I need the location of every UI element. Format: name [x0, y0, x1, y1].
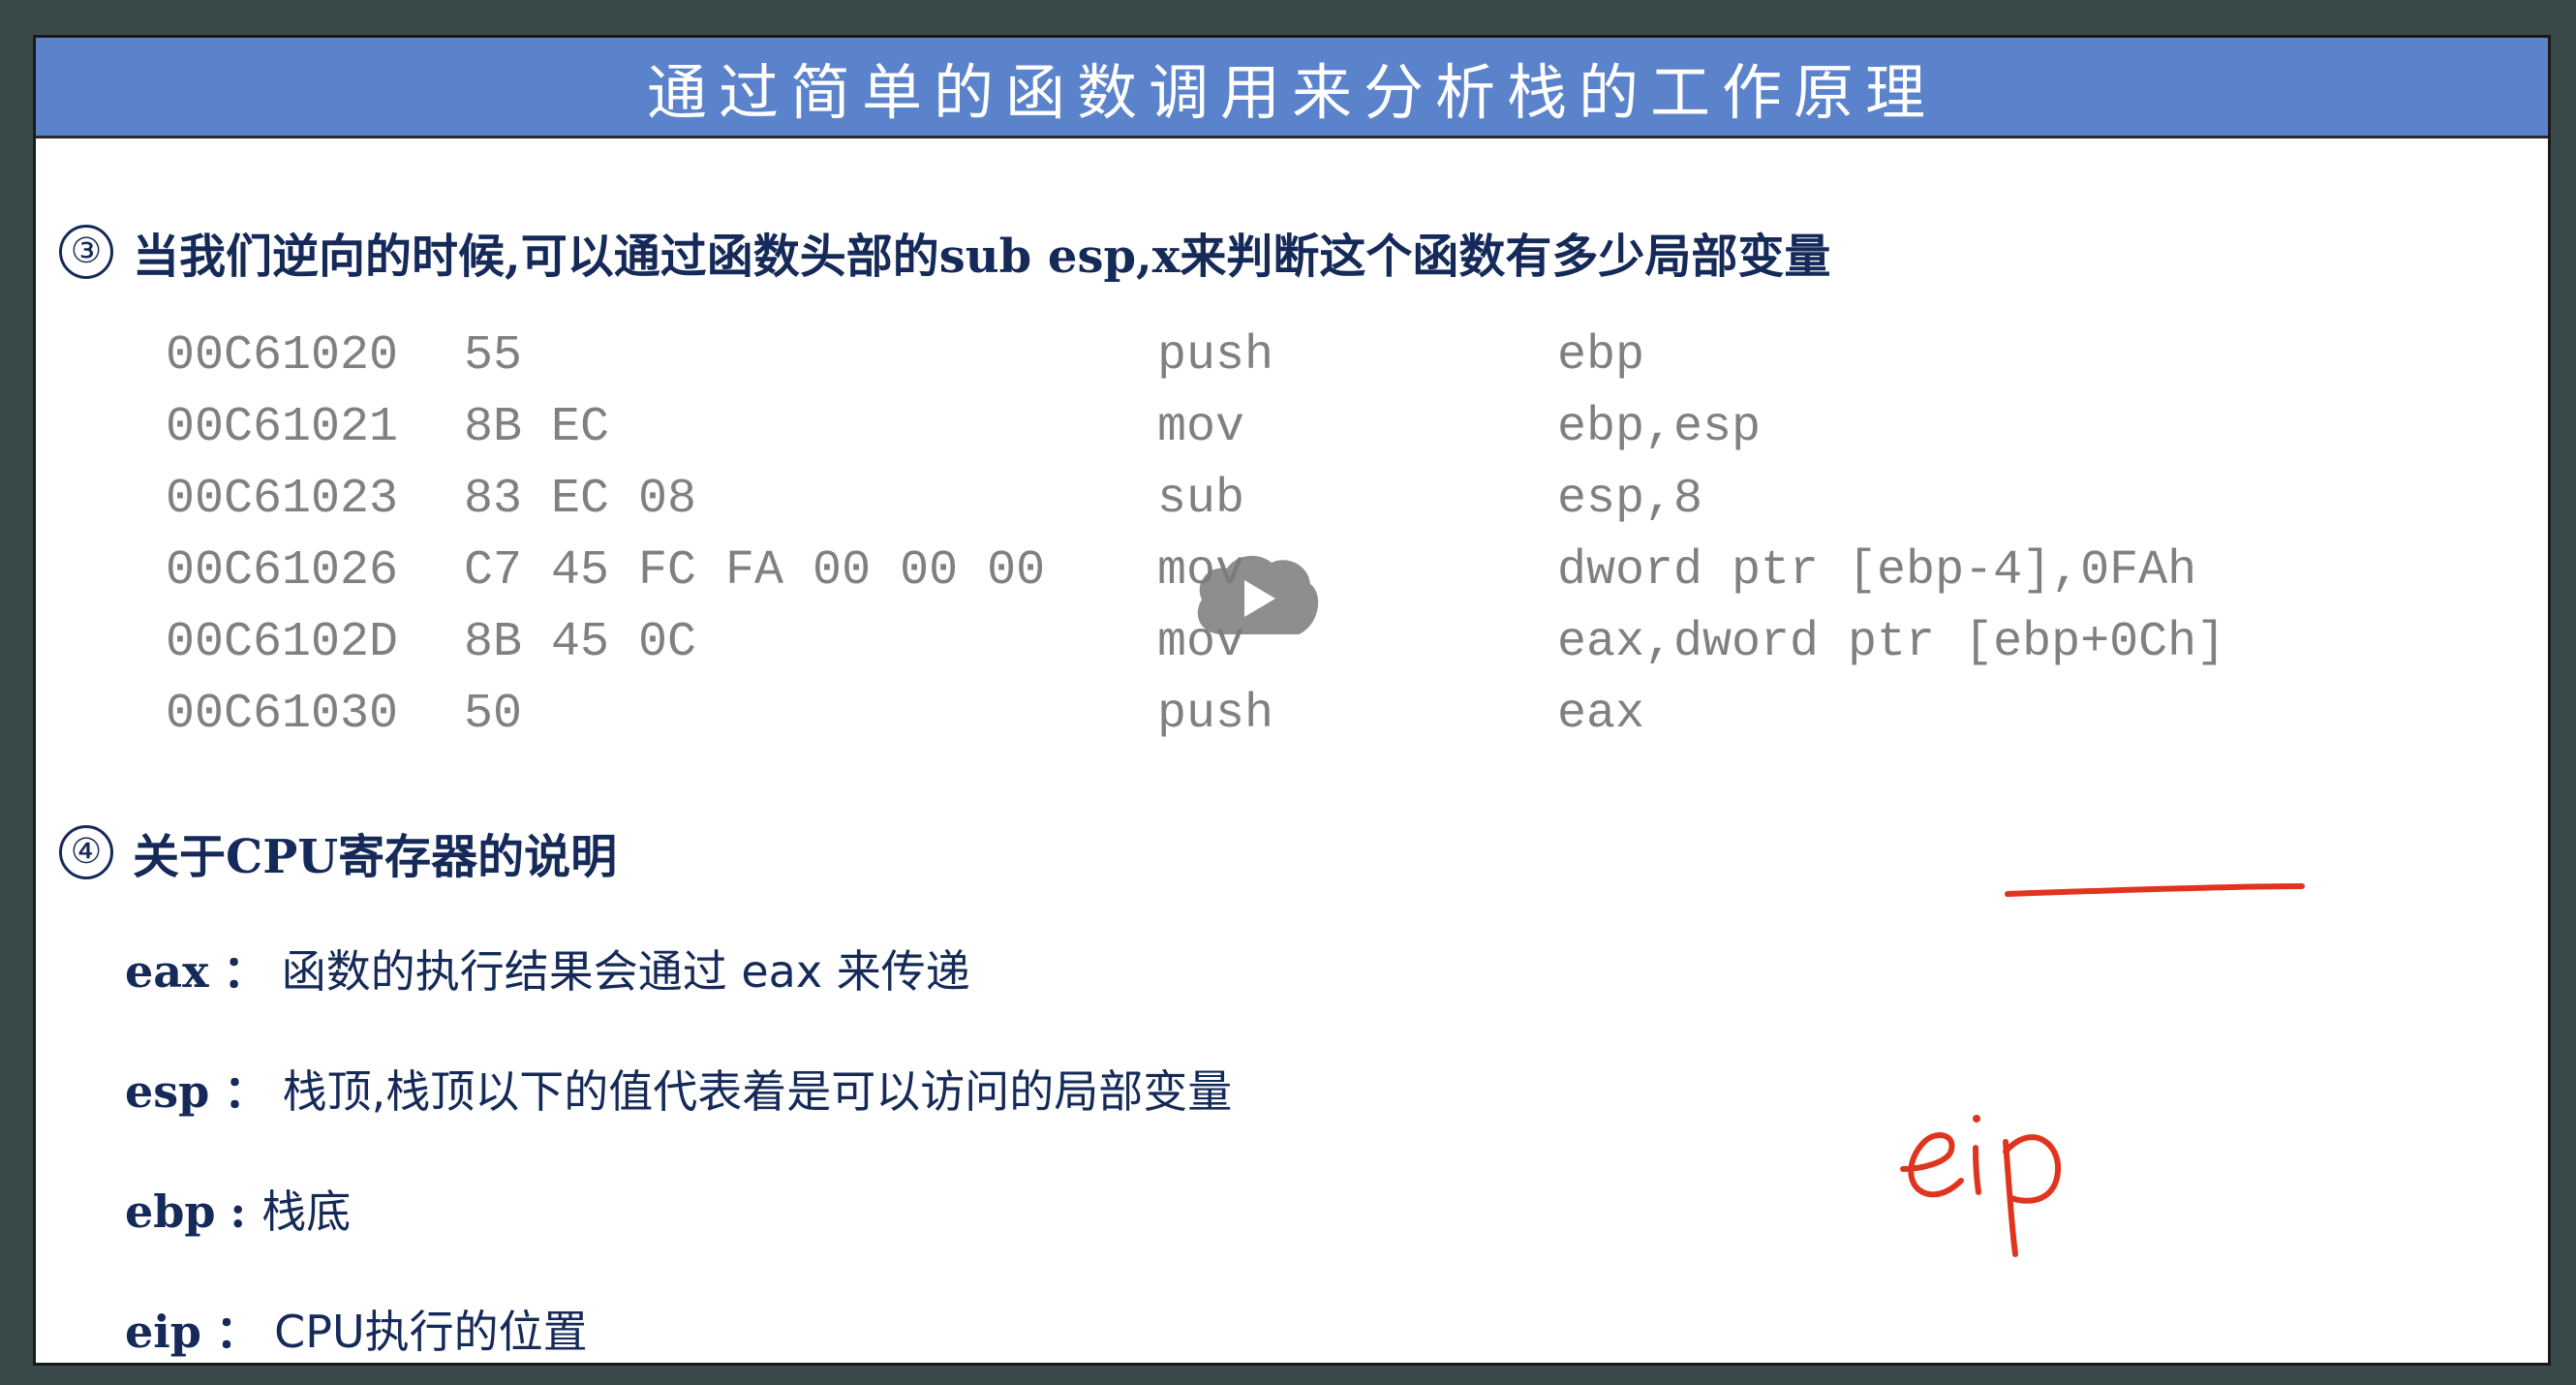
code-address: 00C61030	[166, 687, 399, 742]
code-bytes: 50	[464, 687, 523, 742]
register-eax-line: eax ： 函数的执行结果会通过 eax 来传递	[125, 937, 970, 1000]
annotation-underline-stroke	[2005, 883, 2305, 897]
register-separator: ：	[223, 945, 268, 998]
code-opcode: mov	[1157, 400, 1245, 455]
code-row: 00C61021 8B EC mov ebp,esp	[166, 400, 1761, 472]
code-bytes: C7 45 FC FA 00 00 00	[464, 543, 1046, 599]
annotation-e-stroke	[1900, 1132, 1964, 1198]
title-bar: 通过简单的函数调用来分析栈的工作原理	[36, 38, 2548, 138]
code-operands: ebp	[1557, 328, 1645, 384]
code-row: 00C6102D 8B 45 0C mov eax,dword ptr [ebp…	[166, 615, 2225, 687]
code-bytes: 55	[464, 328, 523, 384]
code-operands: esp,8	[1557, 472, 1703, 527]
code-address: 00C61023	[166, 472, 399, 527]
annotation-i-dot	[1973, 1115, 1980, 1123]
annotation-handwritten-text: eip	[2060, 1257, 2062, 1259]
code-opcode: sub	[1157, 472, 1245, 527]
code-address: 00C61020	[166, 328, 399, 384]
section-3-heading: ③ 当我们逆向的时候,可以通过函数头部的sub esp,x来判断这个函数有多少局…	[59, 218, 1830, 286]
code-row: 00C61023 83 EC 08 sub esp,8	[166, 472, 1702, 543]
section-4-heading: ④ 关于CPU寄存器的说明	[59, 818, 617, 886]
section-4-text: 关于CPU寄存器的说明	[133, 830, 618, 884]
code-opcode: push	[1157, 687, 1274, 742]
register-ebp-line: ebp : 栈底	[125, 1177, 351, 1241]
register-separator: ：	[223, 1065, 268, 1118]
register-esp-line: esp ： 栈顶,栈顶以下的值代表着是可以访问的局部变量	[125, 1057, 1232, 1121]
code-address: 00C61021	[166, 400, 399, 455]
code-operands: eax,dword ptr [ebp+0Ch]	[1557, 615, 2226, 670]
section-3-number: ③	[59, 225, 113, 279]
code-bytes: 8B EC	[464, 400, 610, 455]
code-bytes: 83 EC 08	[464, 472, 697, 527]
register-separator: :	[230, 1185, 262, 1238]
code-operands: dword ptr [ebp-4],0FAh	[1557, 543, 2197, 599]
register-eip-line: eip ： CPU执行的位置	[125, 1297, 588, 1361]
register-name: eip	[125, 1306, 201, 1358]
section-3-text: 当我们逆向的时候,可以通过函数头部的sub esp,x来判断这个函数有多少局部变…	[133, 230, 1831, 284]
code-row: 00C61026 C7 45 FC FA 00 00 00 mov dword …	[166, 543, 2196, 615]
annotation-p-stroke	[2003, 1134, 2062, 1257]
code-operands: eax	[1557, 687, 1645, 742]
slide-title: 通过简单的函数调用来分析栈的工作原理	[646, 56, 1937, 128]
register-name: esp	[125, 1065, 210, 1118]
register-name: ebp	[125, 1185, 216, 1238]
register-description: CPU执行的位置	[274, 1306, 588, 1358]
code-address: 00C6102D	[166, 615, 399, 670]
register-description: 栈顶,栈顶以下的值代表着是可以访问的局部变量	[282, 1065, 1233, 1118]
register-name: eax	[125, 945, 209, 998]
register-description: 函数的执行结果会通过 eax 来传递	[281, 945, 970, 998]
slide: 通过简单的函数调用来分析栈的工作原理 ③ 当我们逆向的时候,可以通过函数头部的s…	[33, 35, 2551, 1366]
code-bytes: 8B 45 0C	[464, 615, 697, 670]
annotation-i-stroke	[1973, 1145, 1981, 1195]
section-4-number: ④	[59, 825, 113, 879]
code-opcode: push	[1157, 328, 1274, 384]
code-row: 00C61030 50 push eax	[166, 687, 1644, 758]
code-operands: ebp,esp	[1557, 400, 1762, 455]
play-icon[interactable]	[1190, 551, 1322, 644]
code-row: 00C61020 55 push ebp	[166, 328, 1644, 400]
register-description: 栈底	[261, 1185, 352, 1238]
code-address: 00C61026	[166, 543, 399, 599]
register-separator: ：	[215, 1306, 261, 1358]
